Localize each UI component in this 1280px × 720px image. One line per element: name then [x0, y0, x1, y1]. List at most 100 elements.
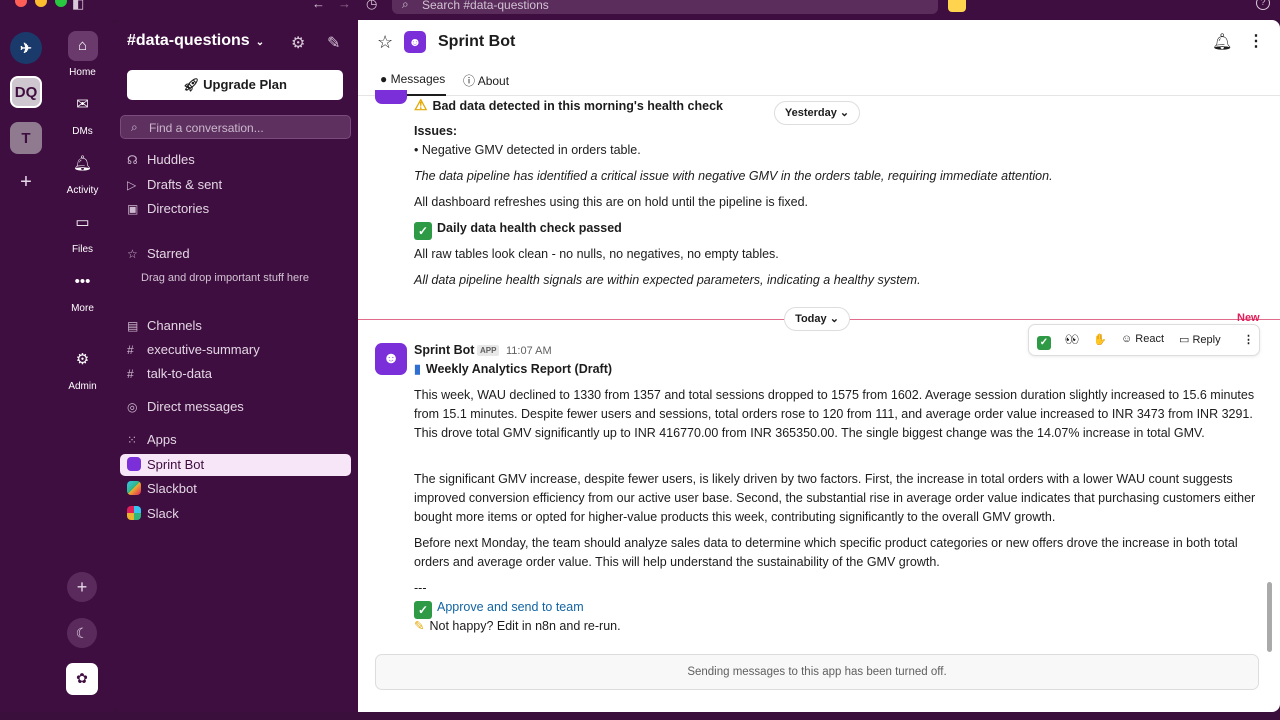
approve-link[interactable]: Approve and send to team	[437, 600, 584, 614]
report-title: ▮ Weekly Analytics Report (Draft)	[414, 360, 612, 379]
sidebar-section-direct-messages[interactable]: ◎ Direct messages	[127, 396, 244, 418]
app-slackbot[interactable]: Slackbot	[127, 478, 197, 500]
channel-label: executive-summary	[147, 342, 260, 357]
edit-text: Not happy? Edit in n8n and re-run.	[429, 619, 621, 633]
message-bubble-icon: ●	[380, 72, 391, 86]
zoom-window-button[interactable]	[55, 0, 67, 7]
alert-note: All dashboard refreshes using this are o…	[414, 195, 808, 209]
settings-icon[interactable]: ⚙	[291, 33, 305, 53]
hash-icon: #	[127, 343, 134, 357]
more-options-icon[interactable]: ⋮	[1248, 31, 1264, 51]
help-icon[interactable]: ?	[1256, 0, 1270, 10]
scrollbar[interactable]	[1267, 582, 1272, 652]
apps-grid-icon: ⁙	[127, 433, 138, 447]
app-label: Slack	[147, 506, 179, 521]
sidebar-item-label: Directories	[147, 201, 210, 216]
user-avatar[interactable]	[948, 0, 966, 12]
message-sender[interactable]: Sprint Bot	[414, 343, 474, 357]
notifications-bell-icon[interactable]: 🔔︎	[1212, 32, 1232, 52]
react-check-button[interactable]: ✓	[1037, 333, 1056, 350]
nav-files[interactable]: ▭ Files	[52, 208, 113, 255]
add-workspace-icon[interactable]: +	[10, 166, 42, 198]
react-eyes-button[interactable]: 👀︎	[1065, 333, 1079, 346]
minimize-window-button[interactable]	[35, 0, 47, 7]
app-sprint-bot[interactable]: Sprint Bot	[120, 454, 351, 476]
nav-activity[interactable]: 🔔︎ Activity	[52, 149, 113, 196]
workspace-dq[interactable]: DQ	[10, 76, 42, 108]
sidebar-item-directories[interactable]: ▣ Directories	[127, 198, 209, 220]
more-icon: •••	[74, 273, 91, 290]
back-arrow-icon[interactable]: ←	[312, 0, 325, 11]
nav-admin[interactable]: ⚙ Admin	[52, 345, 113, 392]
close-window-button[interactable]	[15, 0, 27, 7]
workspace-title[interactable]: #data-questions ⌄	[127, 32, 264, 50]
slackbot-icon	[127, 481, 141, 495]
sidebar-item-drafts[interactable]: ▷ Drafts & sent	[127, 174, 222, 196]
pass-detail: All raw tables look clean - no nulls, no…	[414, 247, 779, 261]
new-message-plus-icon[interactable]: +	[67, 572, 97, 602]
chevron-down-icon: ⌄	[839, 107, 850, 119]
nav-rail: ⌂ Home ✉ DMs 🔔︎ Activity ▭ Files ••• Mor…	[52, 20, 113, 712]
history-icon[interactable]: ◷	[366, 0, 377, 12]
new-label: New	[1237, 312, 1260, 324]
page-title[interactable]: Sprint Bot	[438, 33, 515, 51]
sprint-bot-message-avatar[interactable]: ☻	[375, 343, 407, 375]
search-input[interactable]: ⌕ Search #data-questions	[392, 0, 938, 14]
eyes-icon: 👀︎	[1065, 334, 1079, 346]
nav-more[interactable]: ••• More	[52, 267, 113, 314]
reply-button[interactable]: ▭ Reply	[1179, 333, 1221, 346]
directory-icon: ▣	[127, 202, 139, 216]
dark-mode-moon-icon[interactable]: ☾	[67, 618, 97, 648]
workspace-title-text: #data-questions	[127, 32, 250, 49]
hash-icon: #	[127, 367, 134, 381]
profile-avatar[interactable]: ✿	[66, 663, 98, 695]
message-more-icon[interactable]: ⋮	[1243, 333, 1254, 346]
sidebar-section-starred[interactable]: ☆ Starred	[127, 243, 190, 265]
workspace-airplane-icon[interactable]: ✈	[10, 32, 42, 64]
home-icon: ⌂	[67, 31, 98, 61]
forward-arrow-icon[interactable]: →	[338, 0, 351, 11]
channel-talk-to-data[interactable]: # talk-to-data	[127, 363, 212, 385]
reply-icon: ▭	[1179, 334, 1193, 346]
report-title-text: Weekly Analytics Report (Draft)	[425, 362, 613, 376]
check-mark-icon: ✓	[1037, 336, 1051, 350]
app-label: Slackbot	[147, 481, 197, 496]
find-conversation-input[interactable]: ⌕ Find a conversation...	[120, 115, 351, 139]
sidebar-section-channels[interactable]: ▤ Channels	[127, 315, 202, 337]
sidebar-item-label: Apps	[147, 432, 177, 447]
star-icon[interactable]: ☆	[377, 32, 393, 53]
tab-messages[interactable]: ● Messages	[380, 72, 445, 86]
find-placeholder: Find a conversation...	[149, 121, 264, 135]
sidebar-item-huddles[interactable]: ☊ Huddles	[127, 149, 195, 171]
app-slack[interactable]: Slack	[127, 503, 179, 525]
workspace-t[interactable]: T	[10, 122, 42, 154]
tab-label: Messages	[390, 72, 446, 86]
react-button[interactable]: ☺ React	[1121, 333, 1164, 345]
report-paragraph-1: This week, WAU declined to 1330 from 135…	[414, 388, 1255, 440]
nav-activity-label: Activity	[66, 185, 99, 196]
gear-icon: ⚙	[75, 351, 90, 368]
sidebar-section-apps[interactable]: ⁙ Apps	[127, 429, 177, 451]
slack-logo-icon	[127, 506, 141, 520]
tab-about[interactable]: ⓘ About	[463, 72, 509, 89]
nav-admin-label: Admin	[68, 381, 97, 392]
pencil-icon: ✎	[414, 619, 425, 633]
compose-icon[interactable]: ✎	[327, 33, 340, 53]
date-pill-yesterday[interactable]: Yesterday ⌄	[774, 101, 860, 125]
bar-chart-icon: ▮	[414, 362, 421, 376]
alert-summary: The data pipeline has identified a criti…	[414, 169, 1053, 183]
nav-dms[interactable]: ✉ DMs	[52, 90, 113, 137]
channel-header: ☆ ☻ Sprint Bot 🔔︎ ⋮ ● Messages ⓘ About	[358, 20, 1280, 96]
send-icon: ▷	[127, 178, 137, 192]
react-raised-hands-button[interactable]: ✋	[1093, 333, 1107, 346]
rocket-icon: 🚀︎	[183, 77, 204, 92]
message-timestamp[interactable]: 11:07 AM	[506, 345, 552, 357]
title-bar: ◧ ← → ◷ ⌕ Search #data-questions ?	[0, 0, 1280, 20]
sidebar-toggle-icon[interactable]: ◧	[72, 0, 84, 12]
channel-executive-summary[interactable]: # executive-summary	[127, 339, 260, 361]
star-icon: ☆	[127, 247, 138, 261]
date-pill-today[interactable]: Today ⌄	[784, 307, 850, 331]
alert-title-text: Bad data detected in this morning's heal…	[432, 99, 723, 113]
upgrade-plan-button[interactable]: 🚀︎ Upgrade Plan	[127, 70, 343, 100]
nav-home[interactable]: ⌂ Home	[52, 31, 113, 78]
